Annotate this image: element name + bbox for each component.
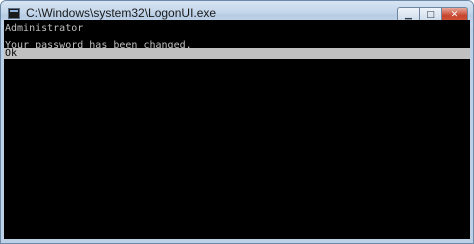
window-bottom-border [1,239,473,243]
ok-option[interactable]: Ok [4,48,470,59]
window-title: C:\Windows\system32\LogonUI.exe [26,6,217,20]
console-app-icon[interactable] [8,8,20,19]
console-line-user: Administrator [5,23,84,34]
console-window: C:\Windows\system32\LogonUI.exe ▁ □ ✕ Ad… [0,0,474,244]
console-output[interactable]: Administrator Your password has been cha… [4,20,470,239]
